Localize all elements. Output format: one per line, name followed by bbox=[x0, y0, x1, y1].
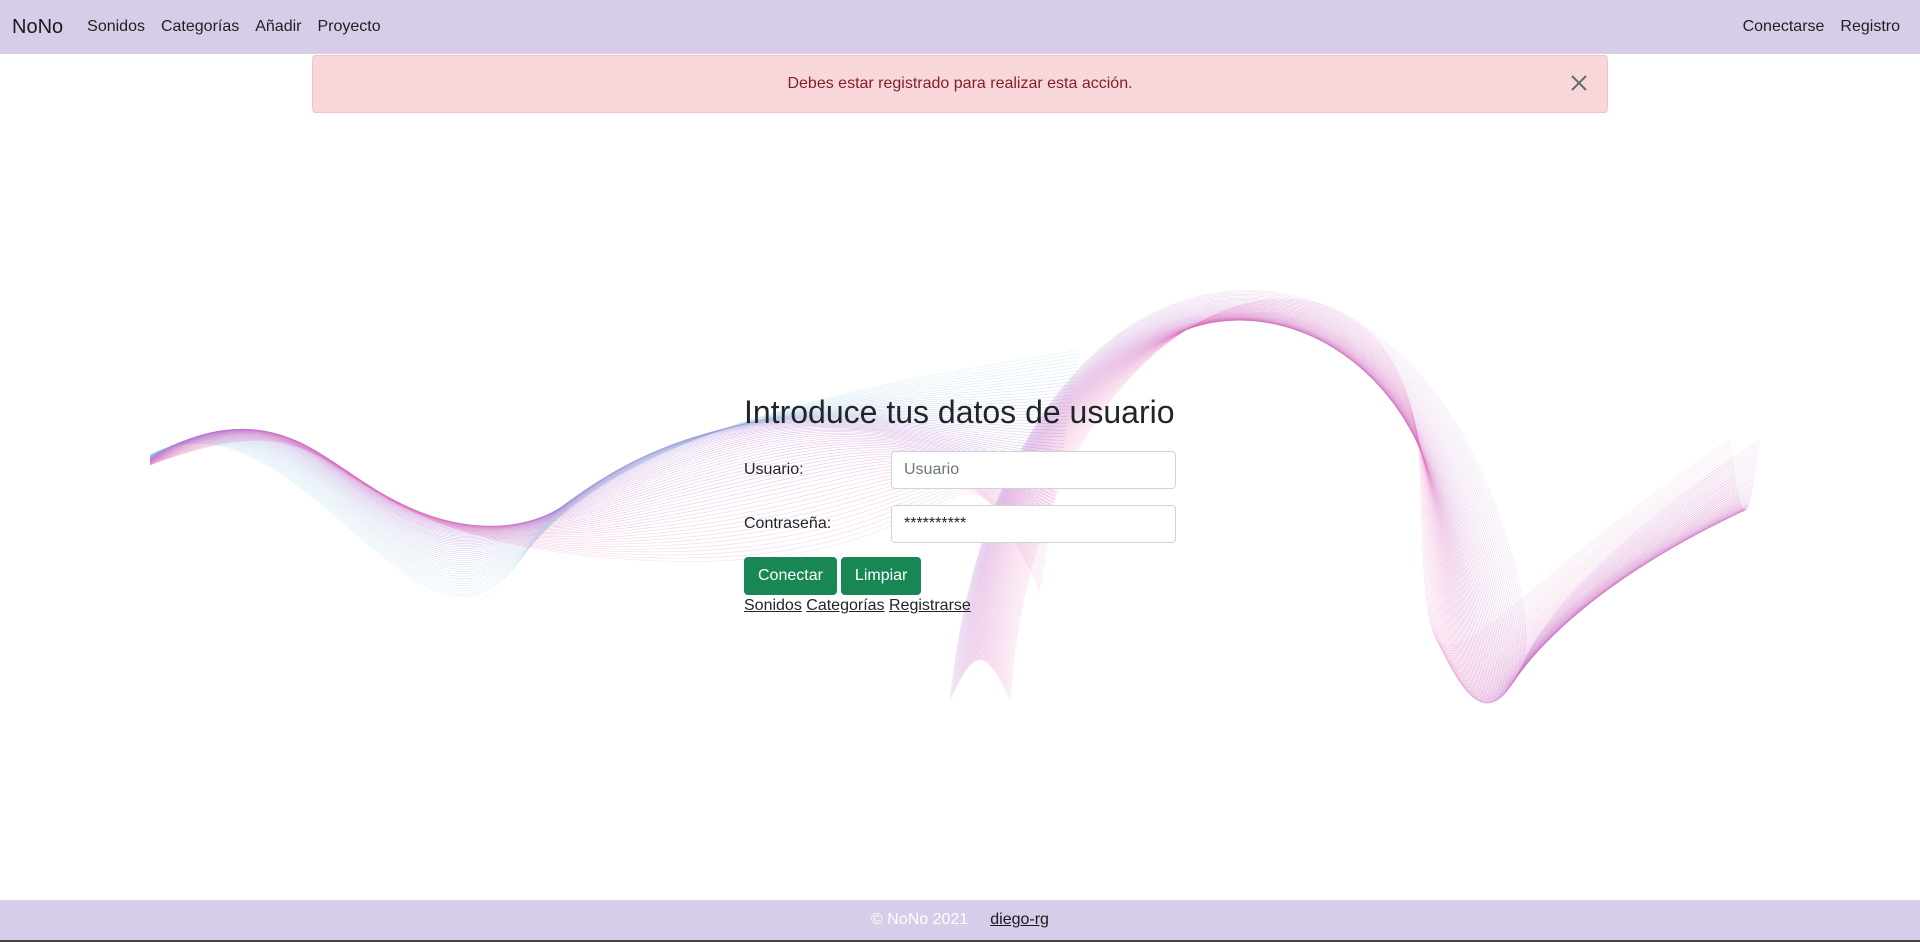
form-links: Sonidos Categorías Registrarse bbox=[744, 597, 1184, 615]
nav-right: Conectarse Registro bbox=[1727, 18, 1908, 36]
nav-link-anadir[interactable]: Añadir bbox=[255, 18, 301, 36]
brand-logo[interactable]: NoNo bbox=[12, 16, 63, 39]
alert-message: Debes estar registrado para realizar est… bbox=[787, 75, 1133, 92]
navbar: NoNo Sonidos Categorías Añadir Proyecto … bbox=[0, 0, 1920, 54]
close-icon bbox=[1570, 74, 1588, 95]
username-input[interactable] bbox=[891, 451, 1176, 490]
username-row: Usuario: bbox=[744, 451, 1184, 490]
nav-link-sonidos[interactable]: Sonidos bbox=[87, 18, 145, 36]
login-title: Introduce tus datos de usuario bbox=[744, 394, 1175, 430]
connect-button[interactable]: Conectar bbox=[744, 557, 837, 596]
alert-close-button[interactable] bbox=[1565, 70, 1593, 98]
link-sonidos[interactable]: Sonidos bbox=[744, 597, 802, 614]
nav-link-registro[interactable]: Registro bbox=[1840, 18, 1900, 36]
password-label: Contraseña: bbox=[744, 515, 832, 533]
password-row: Contraseña: bbox=[744, 505, 1184, 544]
page: NoNo Sonidos Categorías Añadir Proyecto … bbox=[0, 0, 1920, 942]
form-buttons: Conectar Limpiar bbox=[744, 557, 1184, 596]
footer: © NoNo 2021 diego-rg bbox=[0, 900, 1920, 940]
nav-left: NoNo Sonidos Categorías Añadir Proyecto bbox=[12, 16, 397, 39]
username-label: Usuario: bbox=[744, 461, 804, 479]
link-registrarse[interactable]: Registrarse bbox=[889, 597, 971, 614]
clear-button[interactable]: Limpiar bbox=[840, 557, 922, 596]
nav-link-categorias[interactable]: Categorías bbox=[161, 18, 239, 36]
nav-link-proyecto[interactable]: Proyecto bbox=[317, 18, 380, 36]
error-alert: Debes estar registrado para realizar est… bbox=[312, 55, 1608, 113]
login-form: Introduce tus datos de usuario Usuario: … bbox=[744, 393, 1184, 615]
footer-copyright: © NoNo 2021 bbox=[871, 911, 969, 928]
password-input[interactable] bbox=[891, 505, 1176, 544]
nav-link-conectarse[interactable]: Conectarse bbox=[1743, 18, 1825, 36]
link-categorias[interactable]: Categorías bbox=[806, 597, 884, 614]
footer-author-link[interactable]: diego-rg bbox=[990, 911, 1049, 929]
